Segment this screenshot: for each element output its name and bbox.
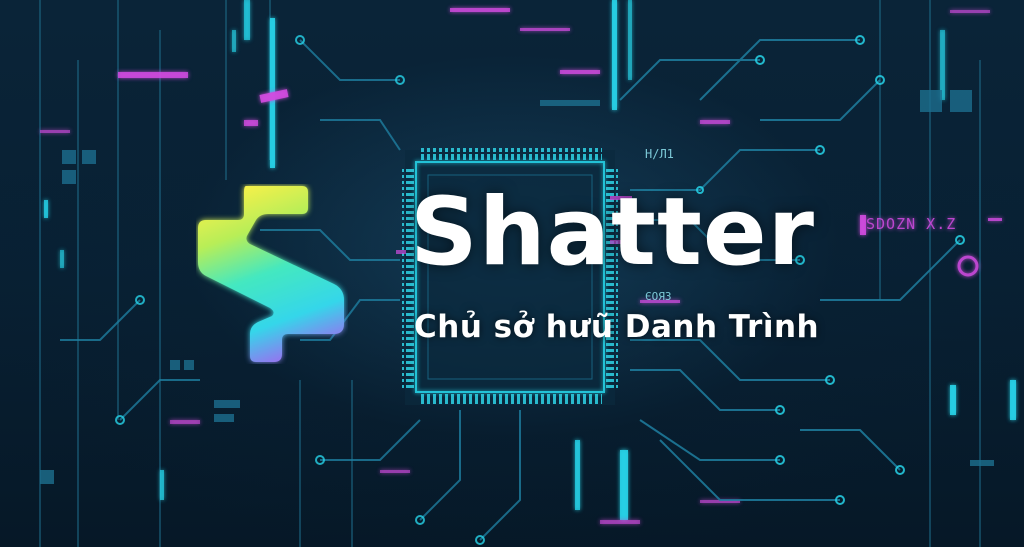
bg-label-2: ЄОЯЗ bbox=[645, 290, 672, 303]
shatter-s-logo-icon bbox=[198, 186, 344, 362]
brand-tagline: Chủ sở hưũ Danh Trình bbox=[414, 309, 820, 345]
hero-banner: H/Л1 ЄОЯЗ SDOZN X.Z Shatter Chủ sở hưũ D… bbox=[0, 0, 1024, 547]
brand-title: Shatter bbox=[410, 178, 816, 287]
bg-label-1: H/Л1 bbox=[645, 147, 674, 161]
bg-label-3: SDOZN X.Z bbox=[866, 215, 956, 233]
